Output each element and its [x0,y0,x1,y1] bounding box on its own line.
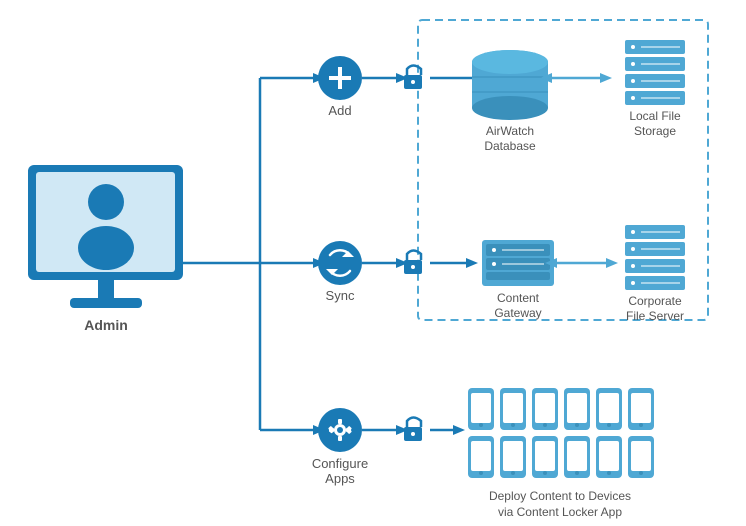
content-gateway-label2: Gateway [494,306,541,320]
corporate-label2: File Server [626,309,684,323]
devices-arrow [453,425,465,435]
sync-label: Sync [326,288,355,303]
admin-label: Admin [84,317,128,333]
device-row1 [468,388,654,430]
corporate-file-server [625,225,685,290]
airwatch-db-label: AirWatch [486,124,534,138]
content-gateway [482,240,554,286]
airwatch-database [472,50,548,120]
add-lock [404,66,422,90]
monitor-base [70,298,142,308]
content-gateway-label: Content [497,291,540,305]
corporate-label: Corporate [628,294,682,308]
sync-lock [404,251,422,275]
diagram: Admin Add AirWatch Database [0,0,746,526]
storage-arrow [600,73,612,83]
configure-label2: Apps [325,471,355,486]
local-file-storage [625,40,685,105]
deploy-label2: via Content Locker App [498,505,622,519]
deploy-label: Deploy Content to Devices [489,489,631,503]
person-body [78,226,134,270]
server-arrow [606,258,618,268]
local-storage-label: Local File [629,109,681,123]
sync-circle [318,241,362,285]
device-row2 [468,436,654,478]
gateway-arrow [466,258,478,268]
airwatch-db-label2: Database [484,139,536,153]
local-storage-label2: Storage [634,124,676,138]
person-head [88,184,124,220]
monitor-neck [98,280,114,300]
config-lock [404,418,422,442]
add-label: Add [328,103,351,118]
configure-label: Configure [312,456,368,471]
